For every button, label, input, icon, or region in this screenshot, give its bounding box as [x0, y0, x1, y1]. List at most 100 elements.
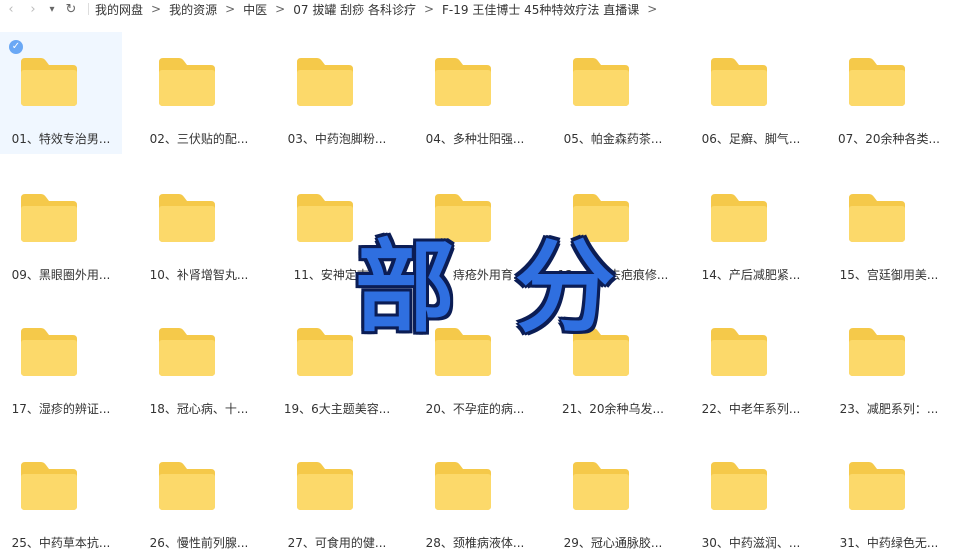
- folder-icon: [849, 58, 905, 106]
- breadcrumb-separator: >: [423, 2, 435, 16]
- folder-icon: [159, 462, 215, 510]
- breadcrumb-separator: >: [647, 2, 658, 16]
- folder-item[interactable]: 09、黑眼圈外用...: [0, 168, 122, 290]
- folder-item[interactable]: 31、中药绿色无...: [828, 436, 950, 558]
- folder-item[interactable]: 30、中药滋润、...: [690, 436, 812, 558]
- folder-icon: [711, 194, 767, 242]
- folder-icon: [573, 58, 629, 106]
- folder-icon: [297, 194, 353, 242]
- folder-item[interactable]: 12、痔疮外用育...: [414, 168, 536, 290]
- folder-name: 11、安神定志...: [293, 268, 381, 282]
- folder-item[interactable]: 18、冠心病、十...: [138, 302, 260, 424]
- folder-item[interactable]: 28、颈椎病液体...: [414, 436, 536, 558]
- folder-item[interactable]: 26、慢性前列腺...: [138, 436, 260, 558]
- check-icon[interactable]: ✓: [9, 40, 23, 54]
- folder-item[interactable]: 06、足癣、脚气...: [690, 32, 812, 154]
- folder-name: 30、中药滋润、...: [701, 536, 801, 550]
- folder-icon: [21, 462, 77, 510]
- folder-item[interactable]: 20、不孕症的病...: [414, 302, 536, 424]
- forward-icon[interactable]: ›: [22, 0, 44, 18]
- refresh-icon[interactable]: ↻: [60, 0, 82, 18]
- folder-name: 12、痔疮外用育...: [425, 268, 525, 282]
- breadcrumb-separator: >: [151, 2, 162, 16]
- folder-icon: [573, 194, 629, 242]
- folder-name: 31、中药绿色无...: [839, 536, 939, 550]
- folder-name: 22、中老年系列...: [701, 402, 801, 416]
- folder-item[interactable]: 17、湿疹的辨证...: [0, 302, 122, 424]
- folder-item[interactable]: 27、可食用的健...: [276, 436, 398, 558]
- folder-icon: [297, 462, 353, 510]
- folder-icon: [435, 58, 491, 106]
- folder-icon: [435, 328, 491, 376]
- folder-name: 03、中药泡脚粉...: [287, 132, 387, 146]
- folder-item[interactable]: 03、中药泡脚粉...: [276, 32, 398, 154]
- folder-icon: [21, 194, 77, 242]
- folder-name: 09、黑眼圈外用...: [11, 268, 111, 282]
- folder-name: 13、祛斑去疤痕修...: [557, 268, 669, 282]
- folder-name: 21、20余种乌发...: [562, 402, 664, 416]
- folder-name: 20、不孕症的病...: [425, 402, 525, 416]
- folder-item[interactable]: 04、多种壮阳强...: [414, 32, 536, 154]
- breadcrumb-separator: >: [275, 2, 286, 16]
- breadcrumb: 我的网盘 > 我的资源 > 中医 > 07 拔罐 刮痧 各科诊疗 > F-19 …: [95, 1, 665, 18]
- folder-icon: [849, 328, 905, 376]
- folder-icon: [21, 58, 77, 106]
- breadcrumb-item[interactable]: 中医: [243, 1, 267, 18]
- folder-item[interactable]: 19、6大主题美容...: [276, 302, 398, 424]
- navigation-bar: ‹ › ▾ ↻ 我的网盘 > 我的资源 > 中医 > 07 拔罐 刮痧 各科诊疗…: [0, 0, 960, 18]
- folder-icon: [297, 328, 353, 376]
- folder-item[interactable]: 14、产后减肥紧...: [690, 168, 812, 290]
- breadcrumb-item-current[interactable]: F-19 王佳博士 45种特效疗法 直播课: [442, 1, 639, 18]
- folder-icon: [21, 328, 77, 376]
- folder-icon: [573, 462, 629, 510]
- folder-name: 27、可食用的健...: [287, 536, 387, 550]
- folder-name: 19、6大主题美容...: [283, 402, 391, 416]
- folder-item[interactable]: 10、补肾增智丸...: [138, 168, 260, 290]
- folder-name: 17、湿疹的辨证...: [11, 402, 111, 416]
- toolbar-divider: [88, 3, 89, 15]
- breadcrumb-item[interactable]: 我的资源: [169, 1, 217, 18]
- folder-item[interactable]: 15、宫廷御用美...: [828, 168, 950, 290]
- folder-item[interactable]: 05、帕金森药茶...: [552, 32, 674, 154]
- folder-name: 29、冠心通脉胶...: [563, 536, 663, 550]
- folder-icon: [849, 462, 905, 510]
- folder-icon: [159, 328, 215, 376]
- folder-item[interactable]: 25、中药草本抗...: [0, 436, 122, 558]
- folder-name: 10、补肾增智丸...: [149, 268, 249, 282]
- folder-name: 07、20余种各类...: [838, 132, 940, 146]
- folder-name: 18、冠心病、十...: [149, 402, 249, 416]
- folder-icon: [159, 194, 215, 242]
- folder-name: 15、宫廷御用美...: [839, 268, 939, 282]
- folder-icon: [711, 462, 767, 510]
- folder-icon: [435, 462, 491, 510]
- folder-name: 05、帕金森药茶...: [563, 132, 663, 146]
- history-dropdown-icon[interactable]: ▾: [44, 0, 60, 18]
- breadcrumb-separator: >: [225, 2, 236, 16]
- folder-icon: [711, 58, 767, 106]
- folder-icon: [159, 58, 215, 106]
- folder-name: 26、慢性前列腺...: [149, 536, 249, 550]
- folder-name: 23、减肥系列：...: [839, 402, 939, 416]
- folder-item[interactable]: ✓ 01、特效专治男...: [0, 32, 122, 154]
- folder-item[interactable]: 22、中老年系列...: [690, 302, 812, 424]
- folder-item[interactable]: 07、20余种各类...: [828, 32, 950, 154]
- folder-name: 25、中药草本抗...: [11, 536, 111, 550]
- folder-name: 28、颈椎病液体...: [425, 536, 525, 550]
- folder-item[interactable]: 21、20余种乌发...: [552, 302, 674, 424]
- back-icon[interactable]: ‹: [0, 0, 22, 18]
- folder-icon: [297, 58, 353, 106]
- folder-icon: [573, 328, 629, 376]
- folder-icon: [849, 194, 905, 242]
- folder-name: 06、足癣、脚气...: [701, 132, 801, 146]
- folder-name: 04、多种壮阳强...: [425, 132, 525, 146]
- folder-icon: [435, 194, 491, 242]
- breadcrumb-item[interactable]: 07 拔罐 刮痧 各科诊疗: [293, 1, 416, 18]
- folder-item[interactable]: 23、减肥系列：...: [828, 302, 950, 424]
- folder-item[interactable]: 13、祛斑去疤痕修...: [552, 168, 674, 290]
- folder-name: 01、特效专治男...: [11, 132, 111, 146]
- breadcrumb-item[interactable]: 我的网盘: [95, 1, 143, 18]
- folder-item[interactable]: 02、三伏贴的配...: [138, 32, 260, 154]
- folder-item[interactable]: 29、冠心通脉胶...: [552, 436, 674, 558]
- folder-item[interactable]: 11、安神定志...: [276, 168, 398, 290]
- folder-icon: [711, 328, 767, 376]
